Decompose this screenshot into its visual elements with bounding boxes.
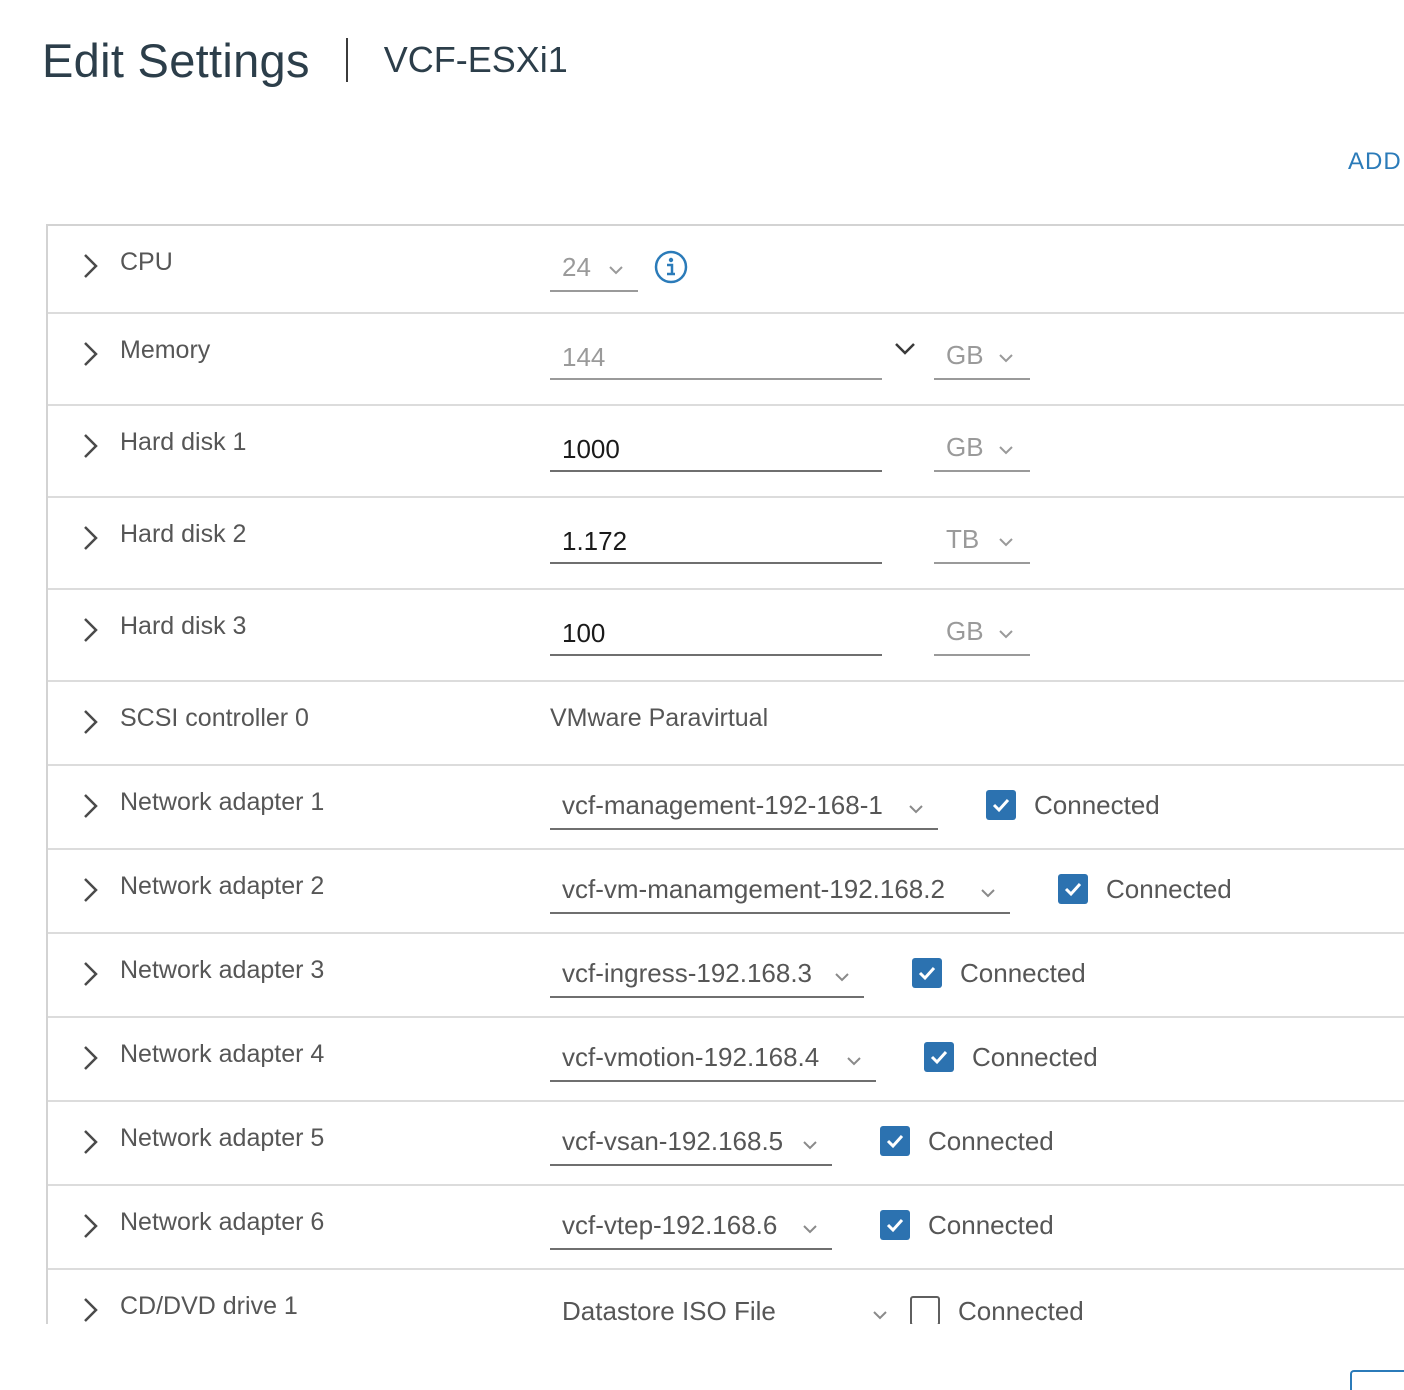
dialog-title: Edit Settings [42, 33, 310, 87]
network-select[interactable]: vcf-management-192-168-1 [550, 784, 938, 830]
row-label: Hard disk 3 [120, 612, 247, 640]
connected-checkbox[interactable] [880, 1210, 910, 1240]
disk-unit-select[interactable]: GB [934, 426, 1030, 472]
chevron-right-icon[interactable] [80, 524, 100, 552]
row-label: SCSI controller 0 [120, 704, 309, 732]
chevron-down-icon [803, 1225, 817, 1234]
chevron-right-icon[interactable] [80, 876, 100, 904]
add-new-device-link[interactable]: ADD [1348, 148, 1402, 176]
title-divider [345, 38, 348, 82]
hardware-row-cpu: CPU 24 [48, 226, 1404, 314]
connected-checkbox[interactable] [910, 1296, 940, 1324]
network-select[interactable]: vcf-vsan-192.168.5 [550, 1120, 832, 1166]
hardware-row-hard-disk-2: Hard disk 2 1.172 TB [48, 498, 1404, 590]
row-label: Network adapter 1 [120, 788, 325, 816]
row-label: Hard disk 2 [120, 520, 247, 548]
chevron-down-icon [803, 1141, 817, 1150]
row-label: Network adapter 6 [120, 1208, 325, 1236]
check-icon [930, 1050, 948, 1065]
disk-unit-select[interactable]: TB [934, 518, 1030, 564]
hardware-row-network-adapter-5: Network adapter 5 vcf-vsan-192.168.5 Con… [48, 1102, 1404, 1186]
disk-size-input[interactable]: 100 [550, 610, 882, 656]
memory-unit-select[interactable]: GB [934, 334, 1030, 380]
chevron-right-icon[interactable] [80, 792, 100, 820]
footer-button[interactable] [1350, 1370, 1404, 1390]
chevron-right-icon[interactable] [80, 1212, 100, 1240]
row-label: Hard disk 1 [120, 428, 247, 456]
chevron-down-icon [873, 1311, 887, 1320]
dialog-header: Edit Settings VCF-ESXi1 [42, 30, 568, 90]
chevron-down-icon [999, 630, 1013, 639]
hardware-row-hard-disk-1: Hard disk 1 1000 GB [48, 406, 1404, 498]
chevron-right-icon[interactable] [80, 708, 100, 736]
chevron-down-icon [609, 266, 623, 275]
network-select[interactable]: vcf-vm-manamgement-192.168.2 [550, 868, 1010, 914]
chevron-down-icon [847, 1057, 861, 1066]
network-select[interactable]: vcf-ingress-192.168.3 [550, 952, 864, 998]
chevron-down-icon [999, 354, 1013, 363]
chevron-down-icon [999, 538, 1013, 547]
connected-checkbox[interactable] [924, 1042, 954, 1072]
connected-label: Connected [928, 1210, 1054, 1240]
chevron-down-icon [999, 446, 1013, 455]
row-label: Network adapter 3 [120, 956, 325, 984]
chevron-right-icon[interactable] [80, 616, 100, 644]
scsi-controller-type: VMware Paravirtual [550, 704, 769, 732]
disk-unit-select[interactable]: GB [934, 610, 1030, 656]
connected-checkbox[interactable] [986, 790, 1016, 820]
row-label: Network adapter 2 [120, 872, 325, 900]
chevron-down-icon [835, 973, 849, 982]
vm-name: VCF-ESXi1 [383, 39, 568, 80]
check-icon [1064, 882, 1082, 897]
connected-label: Connected [1106, 874, 1232, 904]
hardware-row-hard-disk-3: Hard disk 3 100 GB [48, 590, 1404, 682]
hardware-row-scsi-controller-0: SCSI controller 0 VMware Paravirtual [48, 682, 1404, 766]
chevron-right-icon[interactable] [80, 1044, 100, 1072]
virtual-hardware-list: CPU 24 Memory 144 GB Hard disk 1 1000 GB… [46, 224, 1404, 1324]
hardware-row-network-adapter-4: Network adapter 4 vcf-vmotion-192.168.4 … [48, 1018, 1404, 1102]
hardware-row-cd-dvd-drive-1: CD/DVD drive 1 Datastore ISO File Connec… [48, 1270, 1404, 1324]
chevron-right-icon[interactable] [80, 252, 100, 280]
check-icon [918, 966, 936, 981]
chevron-right-icon[interactable] [80, 1128, 100, 1156]
row-label: Network adapter 5 [120, 1124, 325, 1152]
chevron-down-icon [909, 805, 923, 814]
check-icon [886, 1134, 904, 1149]
row-label: Memory [120, 336, 211, 364]
connected-checkbox[interactable] [880, 1126, 910, 1156]
connected-checkbox[interactable] [1058, 874, 1088, 904]
info-icon[interactable] [654, 250, 688, 284]
row-label: CPU [120, 248, 173, 276]
chevron-right-icon[interactable] [80, 432, 100, 460]
connected-label: Connected [958, 1296, 1084, 1324]
connected-label: Connected [928, 1126, 1054, 1156]
memory-input[interactable]: 144 [550, 334, 882, 380]
row-label: CD/DVD drive 1 [120, 1292, 298, 1320]
cpu-count-select[interactable]: 24 [550, 246, 638, 292]
hardware-row-network-adapter-3: Network adapter 3 vcf-ingress-192.168.3 … [48, 934, 1404, 1018]
network-select[interactable]: vcf-vtep-192.168.6 [550, 1204, 832, 1250]
connected-label: Connected [972, 1042, 1098, 1072]
connected-label: Connected [960, 958, 1086, 988]
hardware-row-network-adapter-6: Network adapter 6 vcf-vtep-192.168.6 Con… [48, 1186, 1404, 1270]
chevron-down-icon [981, 889, 995, 898]
chevron-down-icon[interactable] [894, 342, 916, 356]
hardware-row-memory: Memory 144 GB [48, 314, 1404, 406]
hardware-row-network-adapter-1: Network adapter 1 vcf-management-192-168… [48, 766, 1404, 850]
check-icon [992, 798, 1010, 813]
disk-size-input[interactable]: 1000 [550, 426, 882, 472]
row-label: Network adapter 4 [120, 1040, 325, 1068]
network-select[interactable]: vcf-vmotion-192.168.4 [550, 1036, 876, 1082]
hardware-row-network-adapter-2: Network adapter 2 vcf-vm-manamgement-192… [48, 850, 1404, 934]
check-icon [886, 1218, 904, 1233]
cd-source-select[interactable]: Datastore ISO File [550, 1288, 894, 1324]
chevron-right-icon[interactable] [80, 1296, 100, 1324]
disk-size-input[interactable]: 1.172 [550, 518, 882, 564]
chevron-right-icon[interactable] [80, 960, 100, 988]
connected-checkbox[interactable] [912, 958, 942, 988]
connected-label: Connected [1034, 790, 1160, 820]
chevron-right-icon[interactable] [80, 340, 100, 368]
